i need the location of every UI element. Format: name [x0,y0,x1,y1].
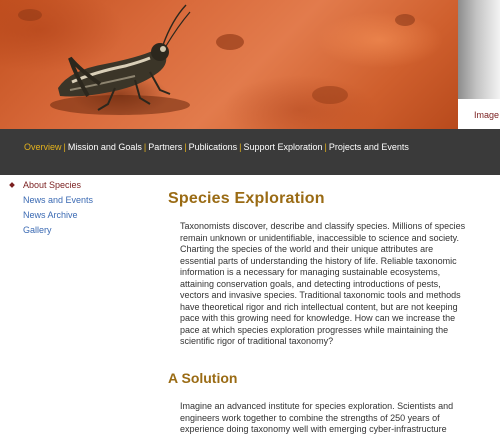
image-credit-link[interactable]: Image l [474,110,500,120]
sidebar-item-news-and-events[interactable]: News and Events [23,195,93,205]
sidebar-item-about-species[interactable]: About Species [23,180,81,190]
nav-publications[interactable]: Publications [189,142,238,152]
sidebar-item-news-archive[interactable]: News Archive [23,210,78,220]
top-nav: Overview | Mission and Goals | Partners | Publ… [24,142,409,152]
nav-partners[interactable]: Partners [148,142,182,152]
nav-projects-and-events[interactable]: Projects and Events [329,142,409,152]
header-banner: Image l [0,0,500,129]
sidebar: About Species News and Events News Archi… [0,175,150,435]
sidebar-item-gallery[interactable]: Gallery [23,225,52,235]
nav-mission-and-goals[interactable]: Mission and Goals [68,142,142,152]
nav-support-exploration[interactable]: Support Exploration [243,142,322,152]
nav-overview[interactable]: Overview [24,142,62,152]
grasshopper-image [18,4,415,115]
solution-paragraph: Imagine an advanced institute for specie… [180,401,454,434]
section-heading: A Solution [168,370,238,386]
page-title: Species Exploration [168,190,325,207]
top-nav-bar: Overview | Mission and Goals | Partners | Publ… [0,129,500,175]
intro-paragraph: Taxonomists discover, describe and class… [180,221,466,346]
